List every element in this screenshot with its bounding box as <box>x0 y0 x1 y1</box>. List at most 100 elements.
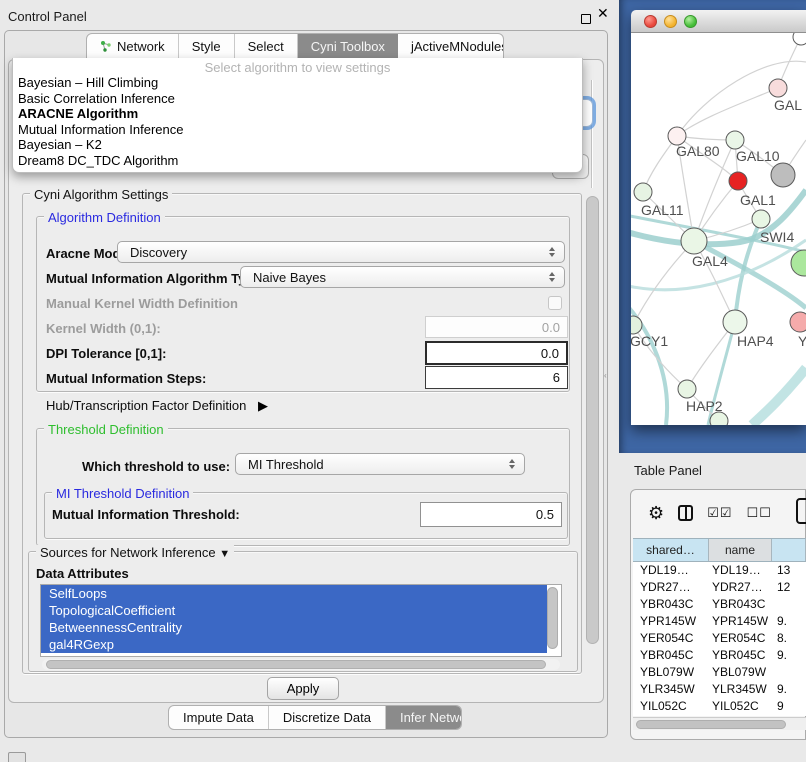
control-panel-titlebar: Control Panel ✕ <box>0 5 612 30</box>
node-table[interactable]: shared…name YDL19…YDL19…13YDR27…YDR27…12… <box>633 538 806 716</box>
tab-jactivemnodules[interactable]: jActiveMNodules <box>398 34 504 58</box>
splitter-grip-icon[interactable]: ‹ <box>604 371 611 380</box>
sources-legend[interactable]: Sources for Network Inference ▼ <box>36 545 234 560</box>
manual-kernel-checkbox[interactable] <box>548 296 562 310</box>
node-label-swi4: SWI4 <box>760 229 794 245</box>
gear-icon[interactable]: ⚙ <box>648 503 664 524</box>
tab-select[interactable]: Select <box>235 34 298 58</box>
attribute-item-selfloops[interactable]: SelfLoops <box>41 585 547 602</box>
which-threshold-combo[interactable]: MI Threshold <box>235 453 525 475</box>
attributes-vertical-scrollbar[interactable] <box>547 587 558 649</box>
table-cell: YPR145W <box>633 613 709 630</box>
network-canvas[interactable]: GAL80GAL10GAL1GAL11SWI4GAL4GALGCY1HAP4YH… <box>631 33 806 425</box>
panel-partial-icon[interactable] <box>796 498 806 524</box>
attribute-item-gal4rgexp[interactable]: gal4RGexp <box>41 636 547 653</box>
apply-button[interactable]: Apply <box>267 677 339 700</box>
disclosure-right-icon: ▶ <box>258 398 268 414</box>
tab-label: Style <box>192 39 221 54</box>
table-cell <box>772 596 806 613</box>
column-header-3[interactable] <box>772 539 806 561</box>
stepper-icon <box>509 459 515 469</box>
minimize-traffic-light[interactable] <box>664 15 677 28</box>
column-header-shared[interactable]: shared… <box>633 539 709 561</box>
node-label-hap2: HAP2 <box>686 398 723 414</box>
network-node[interactable] <box>793 33 806 45</box>
scrollbar-thumb[interactable] <box>636 720 786 729</box>
table-row[interactable]: YBR045CYBR045C9. <box>633 647 806 664</box>
table-row[interactable]: YER054CYER054C8. <box>633 630 806 647</box>
algorithm-option-bayesian-hill-climbing[interactable]: Bayesian – Hill Climbing <box>13 75 582 91</box>
bottom-tab-discretize-data[interactable]: Discretize Data <box>269 706 386 729</box>
algorithm-option-basic-correlation-inference[interactable]: Basic Correlation Inference <box>13 91 582 107</box>
algorithm-dropdown-list: Bayesian – Hill ClimbingBasic Correlatio… <box>13 75 582 168</box>
network-node[interactable] <box>771 163 795 187</box>
node-label-gal1: GAL1 <box>740 192 776 208</box>
network-node[interactable] <box>791 250 806 276</box>
mi-type-label: Mutual Information Algorithm Type: <box>46 271 265 286</box>
table-cell: YDL19… <box>633 562 709 579</box>
tab-network[interactable]: Network <box>87 34 179 58</box>
bottom-tab-infer-network[interactable]: Infer Network <box>386 706 462 729</box>
algorithm-option-bayesian-k2[interactable]: Bayesian – K2 <box>13 137 582 153</box>
mi-steps-field[interactable]: 6 <box>425 366 568 389</box>
table-row[interactable]: YDL19…YDL19…13 <box>633 562 806 579</box>
table-row[interactable]: YIL052CYIL052C9 <box>633 698 806 715</box>
algorithm-option-mutual-information-inference[interactable]: Mutual Information Inference <box>13 122 582 138</box>
network-node-swi4[interactable] <box>752 210 770 228</box>
table-row[interactable]: YBL079WYBL079W <box>633 664 806 681</box>
network-node-hap4[interactable] <box>723 310 747 334</box>
tab-style[interactable]: Style <box>179 34 235 58</box>
control-panel-title: Control Panel <box>8 9 87 24</box>
collapsed-panel-button[interactable] <box>8 752 26 762</box>
attribute-item-betweennesscentrality[interactable]: BetweennessCentrality <box>41 619 547 636</box>
algorithm-option-dream8-dc-tdc-algorithm[interactable]: Dream8 DC_TDC Algorithm <box>13 153 582 169</box>
network-node-gal10[interactable] <box>726 131 744 149</box>
algorithm-option-aracne-algorithm[interactable]: ARACNE Algorithm <box>13 106 582 122</box>
kernel-width-label: Kernel Width (0,1): <box>46 321 161 336</box>
hub-definition-toggle[interactable]: Hub/Transcription Factor Definition ▶ <box>46 398 268 414</box>
table-row[interactable]: YDR27…YDR27…12 <box>633 579 806 596</box>
table-cell: YER054C <box>709 630 772 647</box>
dpi-tolerance-field[interactable]: 0.0 <box>425 341 568 365</box>
table-row[interactable]: YPR145WYPR145W9. <box>633 613 806 630</box>
network-icon <box>100 40 112 52</box>
zoom-traffic-light[interactable] <box>684 15 697 28</box>
table-cell: YIL052C <box>709 698 772 715</box>
algorithm-dropdown-placeholder: Select algorithm to view settings <box>13 58 582 75</box>
settings-vertical-scrollbar[interactable] <box>586 196 599 644</box>
deselect-all-checkboxes-icon[interactable]: ☐☐ <box>746 506 771 521</box>
select-all-checkboxes-icon[interactable]: ☑☑ <box>707 506 732 521</box>
network-node-gal[interactable] <box>769 79 787 97</box>
mi-type-combo[interactable]: Naive Bayes <box>240 266 565 288</box>
network-node-gal11[interactable] <box>634 183 652 201</box>
table-row[interactable]: YLR345WYLR345W9. <box>633 681 806 698</box>
scrollbar-thumb[interactable] <box>46 660 546 669</box>
network-window-titlebar[interactable] <box>631 10 806 33</box>
network-node-gal1[interactable] <box>729 172 747 190</box>
float-window-icon[interactable] <box>581 14 591 24</box>
network-node-gcy1[interactable] <box>631 316 642 334</box>
attributes-horizontal-scrollbar[interactable] <box>42 659 560 670</box>
network-node-hap2[interactable] <box>678 380 696 398</box>
table-panel-title: Table Panel <box>634 463 702 478</box>
algorithm-definition-legend: Algorithm Definition <box>44 210 165 225</box>
column-header-name[interactable]: name <box>709 539 772 561</box>
table-row[interactable]: YBR043CYBR043C <box>633 596 806 613</box>
mi-threshold-field[interactable]: 0.5 <box>420 502 562 527</box>
data-attributes-list[interactable]: SelfLoopsTopologicalCoefficientBetweenne… <box>40 584 562 657</box>
table-cell: YDR27… <box>709 579 772 596</box>
aracne-mode-combo[interactable]: Discovery <box>117 241 565 263</box>
close-icon[interactable]: ✕ <box>597 6 611 24</box>
bottom-tab-impute-data[interactable]: Impute Data <box>169 706 269 729</box>
columns-icon[interactable] <box>678 505 693 521</box>
node-label-gcy1: GCY1 <box>631 333 668 349</box>
network-node-y[interactable] <box>790 312 806 332</box>
mi-threshold-label: Mutual Information Threshold: <box>52 507 240 522</box>
node-label-gal11: GAL11 <box>641 202 684 218</box>
tab-cyni-toolbox[interactable]: Cyni Toolbox <box>298 34 398 58</box>
attribute-item-topologicalcoefficient[interactable]: TopologicalCoefficient <box>41 602 547 619</box>
close-traffic-light[interactable] <box>644 15 657 28</box>
table-horizontal-scrollbar[interactable] <box>633 717 806 730</box>
control-panel-tabs: Network Style SelectCyni ToolboxjActiveMNo… <box>86 33 504 59</box>
network-node-gal4[interactable] <box>681 228 707 254</box>
